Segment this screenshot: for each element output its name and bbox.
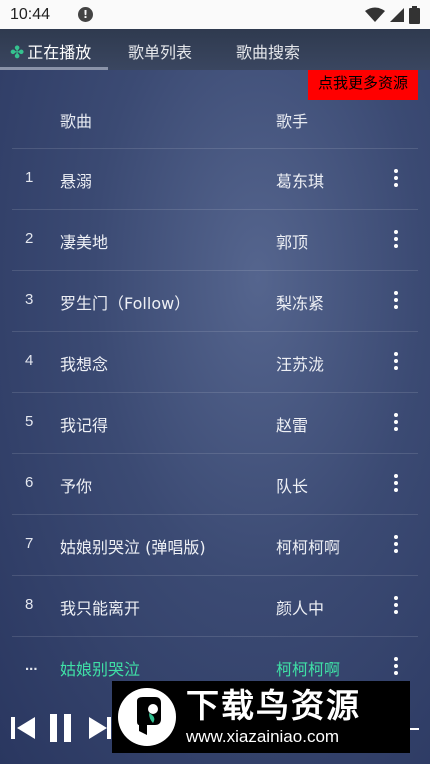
table-row[interactable]: 1 悬溺 葛东琪 — [0, 149, 430, 209]
tab-bar: ✤ 正在播放 歌单列表 歌曲搜索 — [0, 29, 430, 70]
song-artist: 颜人中 — [276, 599, 325, 618]
skip-previous-icon[interactable] — [10, 715, 36, 741]
row-number: 2 — [25, 230, 34, 247]
more-options-icon[interactable] — [385, 468, 407, 498]
header-song: 歌曲 — [60, 112, 93, 131]
song-artist: 队长 — [276, 477, 309, 496]
song-list-panel: 点我更多资源 歌曲 歌手 1 悬溺 葛东琪 2 凄美地 郭顶 3 罗生门（Fol… — [0, 70, 430, 764]
song-artist: 柯柯柯啊 — [276, 538, 341, 557]
song-title: 予你 — [60, 477, 93, 496]
table-row[interactable]: 4 我想念 汪苏泷 — [0, 332, 430, 392]
wifi-icon — [365, 7, 385, 22]
status-bar: 10:44 ! — [0, 0, 430, 29]
more-options-icon[interactable] — [385, 224, 407, 254]
song-title: 罗生门（Follow） — [60, 294, 191, 313]
row-number: ... — [25, 657, 38, 674]
bird-logo-glyph — [137, 697, 161, 735]
header-artist: 歌手 — [276, 112, 309, 131]
table-row[interactable]: 7 姑娘别哭泣 (弹唱版) 柯柯柯啊 — [0, 515, 430, 575]
tab-now-playing-label: 正在播放 — [27, 43, 92, 62]
song-artist: 郭顶 — [276, 233, 309, 252]
tab-playlists[interactable]: 歌单列表 — [128, 39, 192, 63]
more-options-icon[interactable] — [385, 285, 407, 315]
more-resources-button[interactable]: 点我更多资源 — [307, 70, 418, 100]
table-header: 歌曲 歌手 — [0, 108, 430, 138]
watermark-logo: 下载鸟资源 www.xiazainiao.com — [112, 681, 410, 753]
table-row[interactable]: 2 凄美地 郭顶 — [0, 210, 430, 270]
row-number: 6 — [25, 474, 34, 491]
row-number: 8 — [25, 596, 34, 613]
watermark-url: www.xiazainiao.com — [186, 727, 340, 746]
more-options-icon[interactable] — [385, 529, 407, 559]
table-row[interactable]: 8 我只能离开 颜人中 — [0, 576, 430, 636]
watermark-title: 下载鸟资源 — [186, 686, 361, 725]
song-title: 姑娘别哭泣 (弹唱版) — [60, 538, 206, 557]
song-artist: 汪苏泷 — [276, 355, 325, 374]
song-title: 姑娘别哭泣 — [60, 660, 141, 679]
more-options-icon[interactable] — [385, 590, 407, 620]
song-artist: 赵雷 — [276, 416, 309, 435]
song-title: 我记得 — [60, 416, 109, 435]
row-number: 1 — [25, 169, 34, 186]
song-title: 悬溺 — [60, 172, 93, 191]
table-row[interactable]: 3 罗生门（Follow） 梨冻紧 — [0, 271, 430, 331]
row-number: 5 — [25, 413, 34, 430]
song-title: 我想念 — [60, 355, 109, 374]
more-options-icon[interactable] — [385, 163, 407, 193]
more-options-icon[interactable] — [385, 346, 407, 376]
song-artist: 葛东琪 — [276, 172, 325, 191]
watermark-text: 下载鸟资源 www.xiazainiao.com — [186, 687, 361, 747]
table-row[interactable]: 6 予你 队长 — [0, 454, 430, 514]
row-number: 3 — [25, 291, 34, 308]
battery-icon — [409, 5, 420, 24]
bird-logo-icon — [118, 688, 176, 746]
table-row[interactable]: 5 我记得 赵雷 — [0, 393, 430, 453]
signal-icon — [390, 7, 404, 22]
tab-song-search[interactable]: 歌曲搜索 — [236, 39, 300, 63]
song-title: 凄美地 — [60, 233, 109, 252]
row-number: 4 — [25, 352, 34, 369]
alert-icon: ! — [78, 7, 94, 22]
song-title: 我只能离开 — [60, 599, 141, 618]
pause-icon[interactable] — [48, 712, 74, 744]
status-time: 10:44 — [10, 5, 51, 23]
song-artist: 柯柯柯啊 — [276, 660, 341, 679]
more-options-icon[interactable] — [385, 407, 407, 437]
song-artist: 梨冻紧 — [276, 294, 325, 313]
more-options-icon[interactable] — [385, 651, 407, 681]
skip-next-icon[interactable] — [88, 715, 112, 741]
row-number: 7 — [25, 535, 34, 552]
clover-icon: ✤ — [10, 43, 25, 63]
tab-now-playing[interactable]: ✤ 正在播放 — [10, 39, 91, 63]
status-icons — [365, 5, 420, 24]
